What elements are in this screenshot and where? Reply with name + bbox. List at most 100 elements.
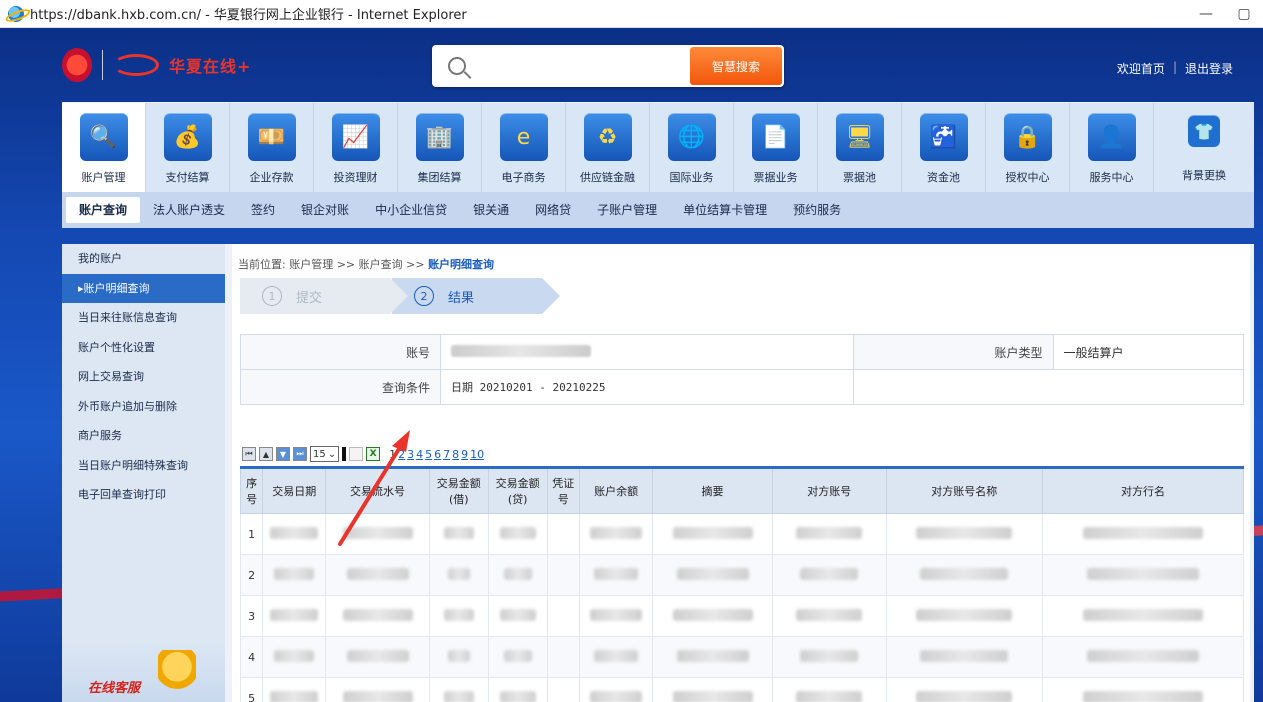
redacted-cell — [771, 677, 887, 702]
first-page-icon[interactable]: ⏮ — [242, 447, 256, 461]
column-header[interactable]: 序号 — [239, 466, 264, 514]
menu-item[interactable]: 📄 票据业务 — [734, 103, 818, 193]
redacted-cell — [546, 595, 581, 637]
submenu-item[interactable]: 签约 — [238, 197, 288, 223]
redacted-cell — [546, 636, 581, 678]
column-header[interactable]: 对方行名 — [1041, 466, 1245, 514]
column-header[interactable]: 凭证号 — [546, 466, 581, 514]
submenu-item[interactable]: 中小企业信贷 — [362, 197, 460, 223]
page-link[interactable]: 9 — [461, 448, 468, 461]
menu-item[interactable]: 🚰 资金池 — [902, 103, 986, 193]
main-menu: 🔍 账户管理 💰 支付结算 💴 企业存款 📈 投资理财 🏢 集团结算 e 电子商务 ♻ 供应链金融 🌐 国际业… — [62, 102, 1254, 193]
sidebar-item[interactable]: 电子回单查询打印 — [62, 480, 225, 510]
sidebar-item[interactable]: 商户服务 — [62, 421, 225, 451]
online-service-panel[interactable]: 在线客服 — [62, 642, 225, 702]
page-size-select[interactable]: 15 ⌄ — [310, 446, 340, 462]
logout-link[interactable]: 退出登录 — [1185, 60, 1233, 77]
column-header[interactable]: 对方账号名称 — [885, 466, 1043, 514]
submenu-item[interactable]: 银企对账 — [288, 197, 362, 223]
minimize-button[interactable]: — — [1187, 0, 1225, 28]
sidebar-item[interactable]: 外币账户追加与删除 — [62, 392, 225, 422]
redacted-account — [451, 344, 591, 357]
menu-item[interactable]: 🏢 集团结算 — [398, 103, 482, 193]
redacted-value — [499, 526, 536, 539]
submenu-item[interactable]: 账户查询 — [66, 197, 141, 223]
search-input[interactable] — [482, 46, 690, 86]
submenu-item[interactable]: 法人账户透支 — [140, 197, 238, 223]
redacted-cell — [262, 677, 327, 702]
redacted-value — [499, 608, 536, 621]
menu-item[interactable]: 👕 背景更换 — [1154, 103, 1254, 193]
home-link[interactable]: 欢迎首页 — [1117, 60, 1165, 77]
menu-item[interactable]: 🔒 授权中心 — [986, 103, 1070, 193]
menu-item[interactable]: 💴 企业存款 — [230, 103, 314, 193]
account-label: 账号 — [240, 334, 441, 370]
sidebar-item[interactable]: 网上交易查询 — [62, 362, 225, 392]
redacted-cell — [428, 513, 489, 555]
redacted-cell — [771, 636, 887, 678]
submenu-item[interactable]: 网络贷 — [522, 197, 584, 223]
table-row[interactable]: 2 — [239, 554, 1245, 596]
redacted-value — [676, 649, 749, 662]
redacted-value — [590, 526, 643, 539]
submenu-item[interactable]: 单位结算卡管理 — [670, 197, 780, 223]
column-header[interactable]: 交易金额(借) — [428, 466, 489, 514]
column-header[interactable]: 对方账号 — [771, 466, 887, 514]
sidebar-item[interactable]: 账户个性化设置 — [62, 333, 225, 363]
bank-logo[interactable]: 华夏在线+ — [62, 48, 251, 82]
last-page-icon[interactable]: ⏭ — [293, 447, 307, 461]
redacted-cell — [652, 636, 773, 678]
column-header[interactable]: 账户余额 — [579, 466, 654, 514]
page-link[interactable]: 5 — [425, 448, 432, 461]
restore-button[interactable]: ▢ — [1225, 0, 1263, 28]
redacted-value — [800, 649, 859, 662]
page-link[interactable]: 8 — [452, 448, 459, 461]
step-number: 2 — [414, 286, 434, 306]
menu-item[interactable]: 👤 服务中心 — [1070, 103, 1154, 193]
page-link[interactable]: 2 — [398, 448, 405, 461]
column-header[interactable]: 交易流水号 — [325, 466, 430, 514]
menu-item-label: 票据业务 — [753, 171, 798, 184]
redacted-cell — [1041, 677, 1245, 702]
menu-item[interactable]: e 电子商务 — [482, 103, 566, 193]
redacted-value — [1082, 690, 1203, 702]
column-header[interactable]: 交易金额(贷) — [487, 466, 548, 514]
next-page-icon[interactable]: ▼ — [276, 447, 290, 461]
smart-search-button[interactable]: 智慧搜索 — [690, 47, 782, 85]
page-link[interactable]: 10 — [470, 448, 484, 461]
menu-item[interactable]: 💰 支付结算 — [146, 103, 230, 193]
table-row[interactable]: 5 — [239, 677, 1245, 702]
table-row[interactable]: 1 — [239, 513, 1245, 555]
sidebar-item[interactable]: 我的账户 — [62, 244, 225, 274]
table-row[interactable]: 4 — [239, 636, 1245, 678]
menu-item[interactable]: ♻ 供应链金融 — [566, 103, 650, 193]
excel-export-icon[interactable]: X — [366, 447, 381, 461]
print-icon[interactable] — [349, 447, 364, 461]
column-header[interactable]: 摘要 — [652, 466, 773, 514]
prev-page-icon[interactable]: ▲ — [259, 447, 273, 461]
submenu-item[interactable]: 子账户管理 — [584, 197, 670, 223]
sidebar-item[interactable]: 当日账户明细特殊查询 — [62, 451, 225, 481]
page-link[interactable]: 6 — [434, 448, 441, 461]
submenu-item[interactable]: 预约服务 — [780, 197, 854, 223]
menu-item[interactable]: 🌐 国际业务 — [650, 103, 734, 193]
page-link[interactable]: 7 — [443, 448, 450, 461]
column-header[interactable]: 交易日期 — [262, 466, 327, 514]
redacted-value — [590, 608, 643, 621]
sidebar-item[interactable]: 账户明细查询 — [62, 273, 225, 303]
table-row[interactable]: 3 — [239, 595, 1245, 637]
breadcrumb-current: 账户明细查询 — [428, 258, 495, 271]
logo-divider — [102, 50, 103, 80]
menu-item[interactable]: 🔍 账户管理 — [62, 103, 146, 193]
menu-item[interactable]: 🖥 票据池 — [818, 103, 902, 193]
submenu-item[interactable]: 银关通 — [460, 197, 522, 223]
page-link[interactable]: 1 — [389, 448, 396, 461]
redacted-cell — [428, 595, 489, 637]
redacted-cell — [1041, 595, 1245, 637]
ie-icon — [8, 5, 24, 22]
page-link[interactable]: 3 — [407, 448, 414, 461]
menu-item[interactable]: 📈 投资理财 — [314, 103, 398, 193]
online-service-label[interactable]: 在线客服 — [88, 677, 140, 696]
sidebar-item[interactable]: 当日来往账信息查询 — [62, 303, 225, 333]
page-link[interactable]: 4 — [416, 448, 423, 461]
